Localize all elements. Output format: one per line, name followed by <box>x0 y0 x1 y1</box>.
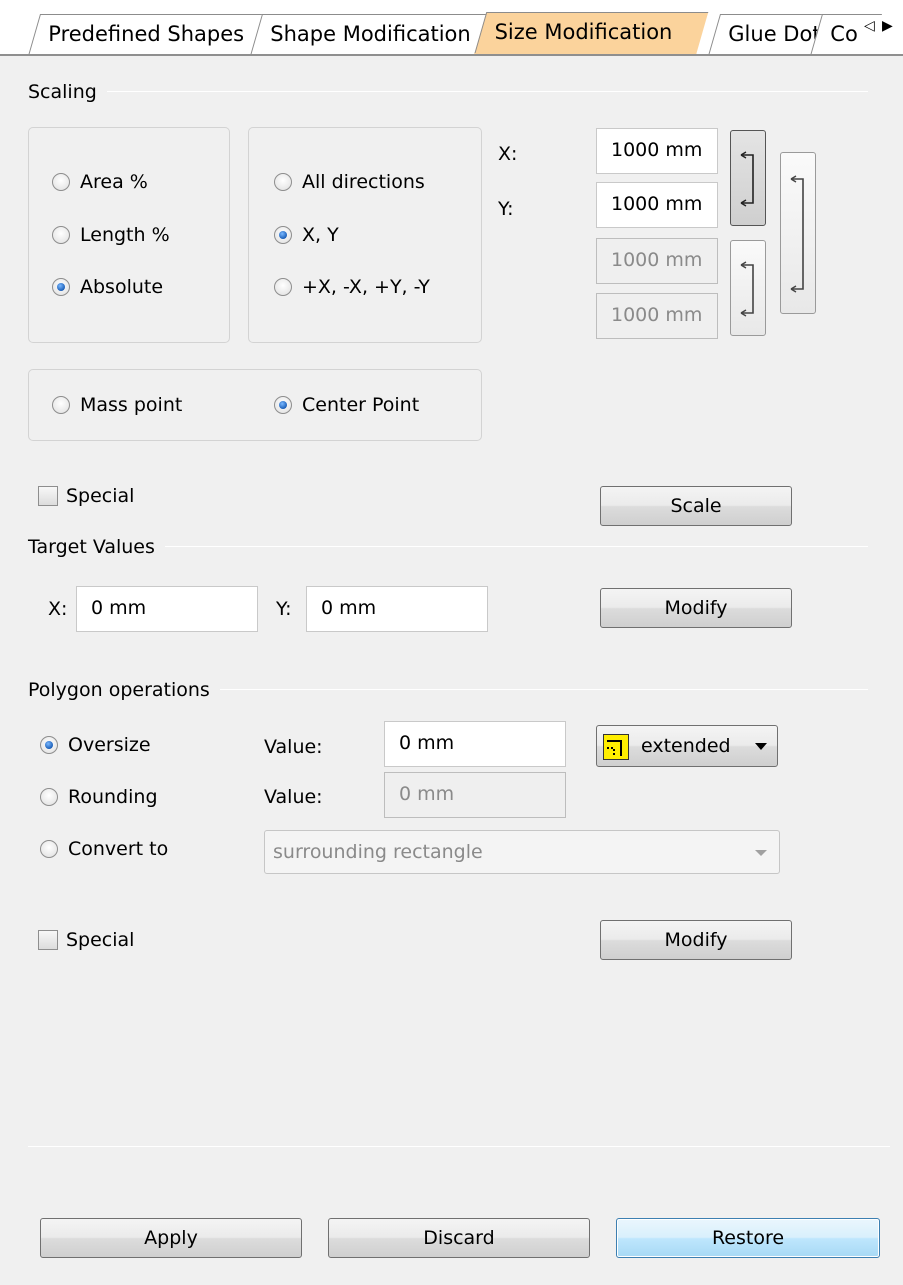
target-x-input[interactable]: 0 mm <box>76 586 258 632</box>
length-percent-label[interactable]: Length % <box>80 223 170 247</box>
scaling-divider <box>28 91 868 92</box>
scale-button[interactable]: Scale <box>600 486 792 526</box>
chevron-down-icon <box>755 850 767 856</box>
oversize-mode-icon <box>603 734 629 760</box>
mass-point-radio[interactable] <box>52 396 70 414</box>
oversize-mode-dropdown[interactable]: extended <box>596 725 778 767</box>
footer-divider <box>28 1146 890 1147</box>
absolute-radio[interactable] <box>52 278 70 296</box>
scaling-special-label[interactable]: Special <box>66 484 134 508</box>
link-disabled-toggle-icon[interactable] <box>730 240 766 336</box>
area-percent-label[interactable]: Area % <box>80 170 148 194</box>
scale-x-input[interactable]: 1000 mm <box>596 128 718 174</box>
four-directions-radio[interactable] <box>274 278 292 296</box>
length-percent-radio[interactable] <box>52 226 70 244</box>
target-x-label: X: <box>48 598 68 620</box>
absolute-label[interactable]: Absolute <box>80 275 163 299</box>
target-values-title: Target Values <box>28 535 165 559</box>
oversize-value-input[interactable]: 0 mm <box>384 721 566 767</box>
convert-to-label[interactable]: Convert to <box>68 837 168 861</box>
polygon-modify-button[interactable]: Modify <box>600 920 792 960</box>
convert-to-value: surrounding rectangle <box>273 841 483 863</box>
rounding-value-label: Value: <box>264 786 323 808</box>
xy-label[interactable]: X, Y <box>302 223 339 247</box>
link-all-toggle-icon[interactable] <box>780 152 816 314</box>
tab-predefined-shapes[interactable]: Predefined Shapes <box>27 14 273 56</box>
oversize-radio[interactable] <box>40 736 58 754</box>
rounding-label[interactable]: Rounding <box>68 785 158 809</box>
chevron-down-icon <box>755 743 767 750</box>
scale-disabled-input-1: 1000 mm <box>596 238 718 284</box>
scale-disabled-input-2: 1000 mm <box>596 293 718 339</box>
convert-to-radio[interactable] <box>40 840 58 858</box>
xy-radio[interactable] <box>274 226 292 244</box>
center-point-radio[interactable] <box>274 396 292 414</box>
oversize-label[interactable]: Oversize <box>68 733 151 757</box>
area-percent-radio[interactable] <box>52 173 70 191</box>
all-directions-label[interactable]: All directions <box>302 170 425 194</box>
polygon-title: Polygon operations <box>28 678 220 702</box>
tab-bar: Predefined Shapes Shape Modification Glu… <box>0 0 903 56</box>
oversize-mode-value: extended <box>641 735 731 757</box>
target-y-label: Y: <box>276 598 292 620</box>
polygon-special-label[interactable]: Special <box>66 928 134 952</box>
scale-y-label: Y: <box>498 198 514 220</box>
convert-to-dropdown: surrounding rectangle <box>264 830 780 874</box>
scaling-special-checkbox[interactable] <box>38 486 58 506</box>
all-directions-radio[interactable] <box>274 173 292 191</box>
link-xy-toggle-icon[interactable] <box>730 130 766 226</box>
rounding-radio[interactable] <box>40 788 58 806</box>
scaling-title: Scaling <box>28 80 107 104</box>
center-point-label[interactable]: Center Point <box>302 393 419 417</box>
polygon-special-checkbox[interactable] <box>38 930 58 950</box>
tab-size-modification[interactable]: Size Modification <box>473 12 709 56</box>
scale-x-label: X: <box>498 143 518 165</box>
tab-underline <box>0 54 903 56</box>
link-bracket-icon <box>740 261 754 317</box>
target-modify-button[interactable]: Modify <box>600 588 792 628</box>
tab-scroll-left-icon[interactable]: ◁ <box>864 16 875 36</box>
four-directions-label[interactable]: +X, -X, +Y, -Y <box>302 275 430 299</box>
oversize-value-label: Value: <box>264 736 323 758</box>
mass-point-label[interactable]: Mass point <box>80 393 182 417</box>
rounding-value-input: 0 mm <box>384 772 566 818</box>
link-bracket-icon <box>790 175 804 293</box>
discard-button[interactable]: Discard <box>328 1218 590 1258</box>
target-y-input[interactable]: 0 mm <box>306 586 488 632</box>
tab-scroll-right-icon[interactable]: ▶ <box>882 16 893 36</box>
apply-button[interactable]: Apply <box>40 1218 302 1258</box>
scale-y-input[interactable]: 1000 mm <box>596 182 718 228</box>
link-bracket-icon <box>740 151 754 207</box>
restore-button[interactable]: Restore <box>616 1218 880 1258</box>
tab-shape-modification[interactable]: Shape Modification <box>249 14 493 56</box>
